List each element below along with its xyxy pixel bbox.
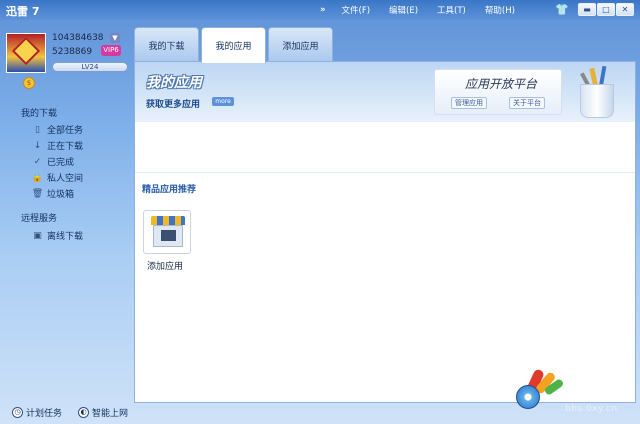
smart-web-icon: ◐	[78, 407, 90, 418]
manage-apps-button[interactable]: 管理应用	[451, 97, 487, 109]
sidebar-section-downloads[interactable]: 我的下载	[21, 106, 57, 119]
menu-edit[interactable]: 编辑(E)	[389, 4, 418, 16]
trash-icon: 🗑	[31, 188, 44, 199]
account-score: 5238869	[52, 47, 93, 57]
watermark-text: bbs.0xy.cn	[565, 404, 618, 414]
tab-my-apps[interactable]: 我的应用	[201, 27, 266, 63]
bottom-item-label: 智能上网	[92, 409, 129, 419]
down-arrow-icon: ↓	[33, 140, 42, 151]
sidebar-item-label: 离线下载	[47, 232, 84, 242]
open-platform-panel: 应用开放平台 管理应用 关于平台	[434, 69, 562, 115]
scheduled-tasks-button[interactable]: ◷ 计划任务	[12, 406, 62, 419]
coin-icon[interactable]: $	[23, 77, 35, 89]
sidebar-item-downloading[interactable]: ↓ 正在下载	[31, 139, 84, 153]
bottom-toolbar: ◷ 计划任务 ◐ 智能上网	[12, 406, 144, 419]
close-button[interactable]: ✕	[616, 3, 634, 16]
get-more-apps-link[interactable]: 获取更多应用	[146, 97, 200, 110]
app-label-add-app[interactable]: 添加应用	[147, 259, 183, 272]
title-bar: 迅雷 7 » 文件(F) 编辑(E) 工具(T) 帮助(H) 👕 ▬ □ ✕	[0, 0, 640, 20]
bottom-item-label: 计划任务	[26, 409, 63, 419]
minimize-button[interactable]: ▬	[578, 3, 596, 16]
platform-title: 应用开放平台	[465, 77, 538, 91]
account-dropdown-icon[interactable]: ▼	[110, 33, 120, 43]
vip-badge[interactable]: VIP6	[101, 45, 121, 56]
offline-download-icon: ▣	[33, 230, 42, 241]
sidebar-item-offline-download[interactable]: ▣ 离线下载	[31, 229, 84, 243]
apps-banner: 我的应用 获取更多应用 more 应用开放平台 管理应用 关于平台	[135, 62, 635, 122]
more-badge[interactable]: more	[212, 97, 234, 106]
xunlei-window: 迅雷 7 » 文件(F) 编辑(E) 工具(T) 帮助(H) 👕 ▬ □ ✕ 1…	[0, 0, 640, 424]
page-title: 我的应用	[146, 75, 202, 91]
tab-add-app[interactable]: 添加应用	[268, 27, 333, 62]
sidebar-item-label: 私人空间	[47, 174, 84, 184]
sidebar-item-label: 已完成	[47, 158, 75, 168]
divider	[135, 172, 635, 173]
section-heading: 精品应用推荐	[142, 185, 197, 195]
sidebar-item-all-tasks[interactable]: ▯ 全部任务	[31, 123, 84, 137]
pencil-cup-icon	[572, 65, 622, 120]
sidebar-item-trash[interactable]: 🗑 垃圾箱	[31, 187, 75, 201]
level-bar: LV24	[52, 62, 128, 72]
tab-my-downloads[interactable]: 我的下载	[134, 27, 199, 62]
menu-tools[interactable]: 工具(T)	[437, 4, 466, 16]
watermark-logo	[514, 367, 565, 415]
menu-toggle-icon[interactable]: »	[320, 5, 326, 15]
check-icon: ✓	[33, 156, 42, 167]
sidebar-item-label: 全部任务	[47, 126, 84, 136]
menu-file[interactable]: 文件(F)	[342, 4, 371, 16]
sidebar-item-label: 垃圾箱	[47, 190, 75, 200]
avatar[interactable]	[6, 33, 46, 73]
lock-icon: 🔒	[31, 172, 44, 183]
sidebar-item-private-space[interactable]: 🔒 私人空间	[31, 171, 84, 185]
shirt-icon[interactable]: 👕	[555, 3, 569, 16]
maximize-button[interactable]: □	[597, 3, 615, 16]
document-icon: ▯	[35, 124, 40, 135]
smart-web-button[interactable]: ◐ 智能上网	[78, 406, 128, 419]
sidebar-section-remote[interactable]: 远程服务	[21, 211, 57, 224]
about-platform-button[interactable]: 关于平台	[509, 97, 545, 109]
account-id: 104384638	[52, 33, 104, 43]
clock-icon: ◷	[12, 407, 23, 418]
menu-bar: » 文件(F) 编辑(E) 工具(T) 帮助(H)	[320, 4, 534, 16]
window-controls: 👕 ▬ □ ✕	[555, 3, 634, 16]
shop-icon[interactable]	[143, 210, 191, 254]
apps-panel: 我的应用 获取更多应用 more 应用开放平台 管理应用 关于平台 精品应用推荐…	[134, 61, 636, 403]
menu-help[interactable]: 帮助(H)	[485, 4, 515, 16]
app-title: 迅雷 7	[6, 5, 40, 18]
sidebar-item-label: 正在下载	[47, 142, 84, 152]
sidebar-item-completed[interactable]: ✓ 已完成	[31, 155, 75, 169]
